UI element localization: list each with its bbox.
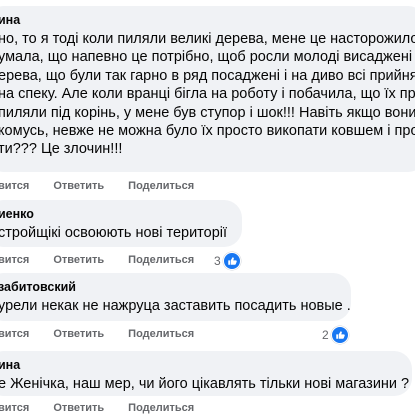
comment-line: е Женічка, наш мер, чи його цікавлять ті… <box>0 376 410 392</box>
like-action[interactable]: вится <box>0 180 29 192</box>
reaction-summary[interactable]: 3 <box>214 252 241 270</box>
comment-line: урели некак не нажруца заставить посадит… <box>0 298 351 314</box>
share-action[interactable]: Поделиться <box>128 402 194 414</box>
comment-actions: вится Ответить Поделиться <box>0 328 194 340</box>
thumbs-up-icon <box>222 252 241 270</box>
comment-bubble: иенко стройщікі освоюють нові території <box>0 200 242 247</box>
comment-author[interactable]: ина <box>0 357 400 373</box>
thumbs-up-icon <box>330 326 349 344</box>
comment-line: пиляли під корінь, у мене був ступор і ш… <box>0 104 415 121</box>
like-action[interactable]: вится <box>0 402 29 414</box>
reply-action[interactable]: Ответить <box>53 254 104 266</box>
comment-bubble: ина но, то я тоді коли пиляли великі дер… <box>0 6 415 172</box>
reaction-count: 2 <box>322 328 329 342</box>
comment-author[interactable]: иенко <box>0 206 230 222</box>
like-action[interactable]: вится <box>0 328 29 340</box>
comment-actions: вится Ответить Поделиться <box>0 254 194 266</box>
share-action[interactable]: Поделиться <box>128 254 194 266</box>
comment-bubble: ина е Женічка, наш мер, чи його цікавлят… <box>0 351 412 396</box>
comment-author[interactable]: ина <box>0 12 414 28</box>
comment-actions: вится Ответить Поделиться <box>0 402 194 414</box>
comment-line: стройщікі освоюють нові території <box>0 225 228 241</box>
comment-bubble: забитовский урели некак не нажруца заста… <box>0 273 351 321</box>
reaction-count: 3 <box>214 254 221 268</box>
share-action[interactable]: Поделиться <box>128 328 194 340</box>
share-action[interactable]: Поделиться <box>128 180 194 192</box>
reaction-summary[interactable]: 2 <box>322 326 349 344</box>
like-action[interactable]: вится <box>0 254 29 266</box>
comment-line: умала, що напевно це потрібно, щоб росли… <box>0 49 415 66</box>
comment-line: на спеку. Але коли вранці бігла на робот… <box>0 86 415 103</box>
comment-actions: вится Ответить Поделиться <box>0 180 194 192</box>
comment-line: комусь, невже не можна було їх просто ви… <box>0 123 415 140</box>
comment-line: ерева, що були так гарно в ряд посаджені… <box>0 67 415 84</box>
comment-line: ти??? Це злочин!!! <box>0 141 123 158</box>
reply-action[interactable]: Ответить <box>53 328 104 340</box>
comment-author[interactable]: забитовский <box>0 279 339 295</box>
reply-action[interactable]: Ответить <box>53 402 104 414</box>
reply-action[interactable]: Ответить <box>53 180 104 192</box>
comment-line: но, то я тоді коли пиляли великі дерева,… <box>0 31 415 47</box>
